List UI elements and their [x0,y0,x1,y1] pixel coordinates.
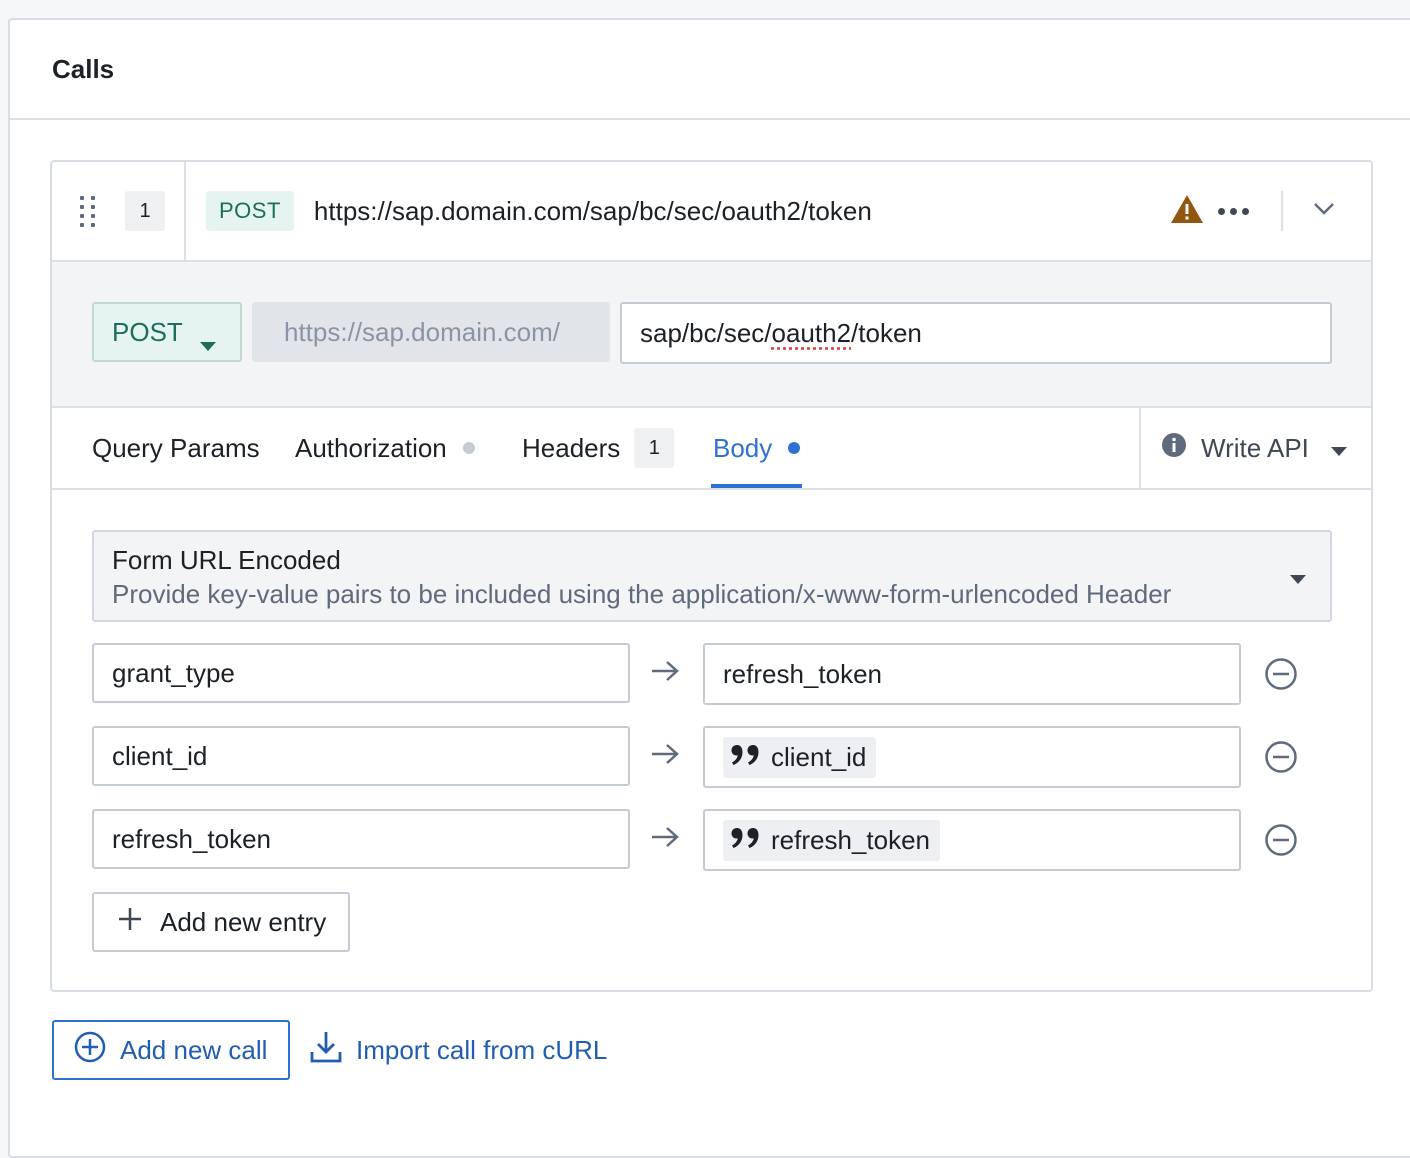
entry-key-input[interactable]: client_id [92,726,630,786]
write-api-select[interactable]: Write API [1139,408,1371,488]
download-icon [310,1030,342,1071]
entry-row: grant_type refresh_token [92,643,1332,707]
caret-down-icon [1330,433,1347,464]
remove-entry-icon[interactable] [1264,657,1298,696]
drag-cell: 1 [52,162,186,260]
drag-handle-icon[interactable] [80,195,97,227]
import-label: Import call from cURL [356,1034,608,1065]
call-url: https://sap.domain.com/sap/bc/sec/oauth2… [313,195,872,226]
tab-headers[interactable]: Headers 1 [522,408,675,488]
entry-row: refresh_token refresh_token [92,809,1332,873]
add-entry-label: Add new entry [160,906,327,937]
chevron-down-icon[interactable] [1313,202,1335,221]
quote-icon [731,825,761,856]
write-api-label: Write API [1201,432,1309,463]
variable-chip[interactable]: client_id [723,736,877,778]
tab-body[interactable]: Body [710,408,803,488]
variable-chip[interactable]: refresh_token [723,819,940,861]
entry-row: client_id client_id [92,726,1332,790]
divider [1281,191,1283,231]
encoding-title: Form URL Encoded [112,545,341,575]
variable-name: refresh_token [771,824,930,855]
add-entry-button[interactable]: Add new entry [92,892,350,952]
encoding-select[interactable]: Form URL Encoded Provide key-value pairs… [92,530,1332,622]
warning-icon[interactable] [1170,194,1204,229]
tab-query-params[interactable]: Query Params [92,408,260,488]
tab-label: Headers [522,432,621,463]
panel-title: Calls [52,53,115,84]
import-curl-link[interactable]: Import call from cURL [310,1030,607,1071]
tab-label: Query Params [92,432,260,463]
add-call-label: Add new call [120,1034,268,1065]
entry-value-input[interactable]: refresh_token [703,643,1241,705]
method-tag: POST [206,191,294,231]
path-flagged-word: oauth2 [771,317,852,348]
path-input[interactable]: sap/bc/sec/oauth2/token [620,302,1332,364]
entry-value-input[interactable]: client_id [703,726,1241,788]
entry-key-input[interactable]: refresh_token [92,809,630,869]
more-icon[interactable] [1218,207,1249,215]
add-circle-icon [74,1031,106,1070]
tab-authorization[interactable]: Authorization [295,408,475,488]
entry-key-input[interactable]: grant_type [92,643,630,703]
tab-label: Authorization [295,432,447,463]
path-suffix: /token [851,317,922,348]
status-dot [462,442,475,454]
encoding-description: Provide key-value pairs to be included u… [112,579,1172,609]
row-actions [1170,162,1371,260]
call-card: 1 POST https://sap.domain.com/sap/bc/sec… [50,160,1373,992]
panel-header: Calls [10,20,1410,120]
method-select[interactable]: POST [92,302,242,362]
base-url-field: https://sap.domain.com/ [252,302,610,362]
info-icon [1161,432,1187,465]
call-summary-row[interactable]: 1 POST https://sap.domain.com/sap/bc/sec… [52,162,1371,262]
arrow-right-icon [650,742,680,771]
variable-name: client_id [771,741,867,772]
path-prefix: sap/bc/sec/ [640,317,772,348]
remove-entry-icon[interactable] [1264,823,1298,862]
endpoint-editor: POST https://sap.domain.com/ sap/bc/sec/… [52,262,1371,408]
footer-actions: Add new call Import call from cURL [52,1020,607,1080]
entry-value-input[interactable]: refresh_token [703,809,1241,871]
request-tabs: Query Params Authorization Headers 1 Bod… [52,408,1371,490]
method-select-value: POST [112,316,183,347]
arrow-right-icon [650,825,680,854]
add-call-button[interactable]: Add new call [52,1020,290,1080]
quote-icon [731,742,761,773]
caret-down-icon [200,328,216,359]
plus-icon [118,907,142,938]
headers-count-badge: 1 [634,428,675,468]
remove-entry-icon[interactable] [1264,740,1298,779]
tab-label: Body [713,432,773,463]
arrow-right-icon [650,659,680,688]
calls-panel: Calls 1 POST https://sap.domain.com/sap/… [8,18,1410,1158]
status-dot [788,442,801,454]
call-index-badge: 1 [125,191,165,231]
caret-down-icon [1290,572,1306,590]
